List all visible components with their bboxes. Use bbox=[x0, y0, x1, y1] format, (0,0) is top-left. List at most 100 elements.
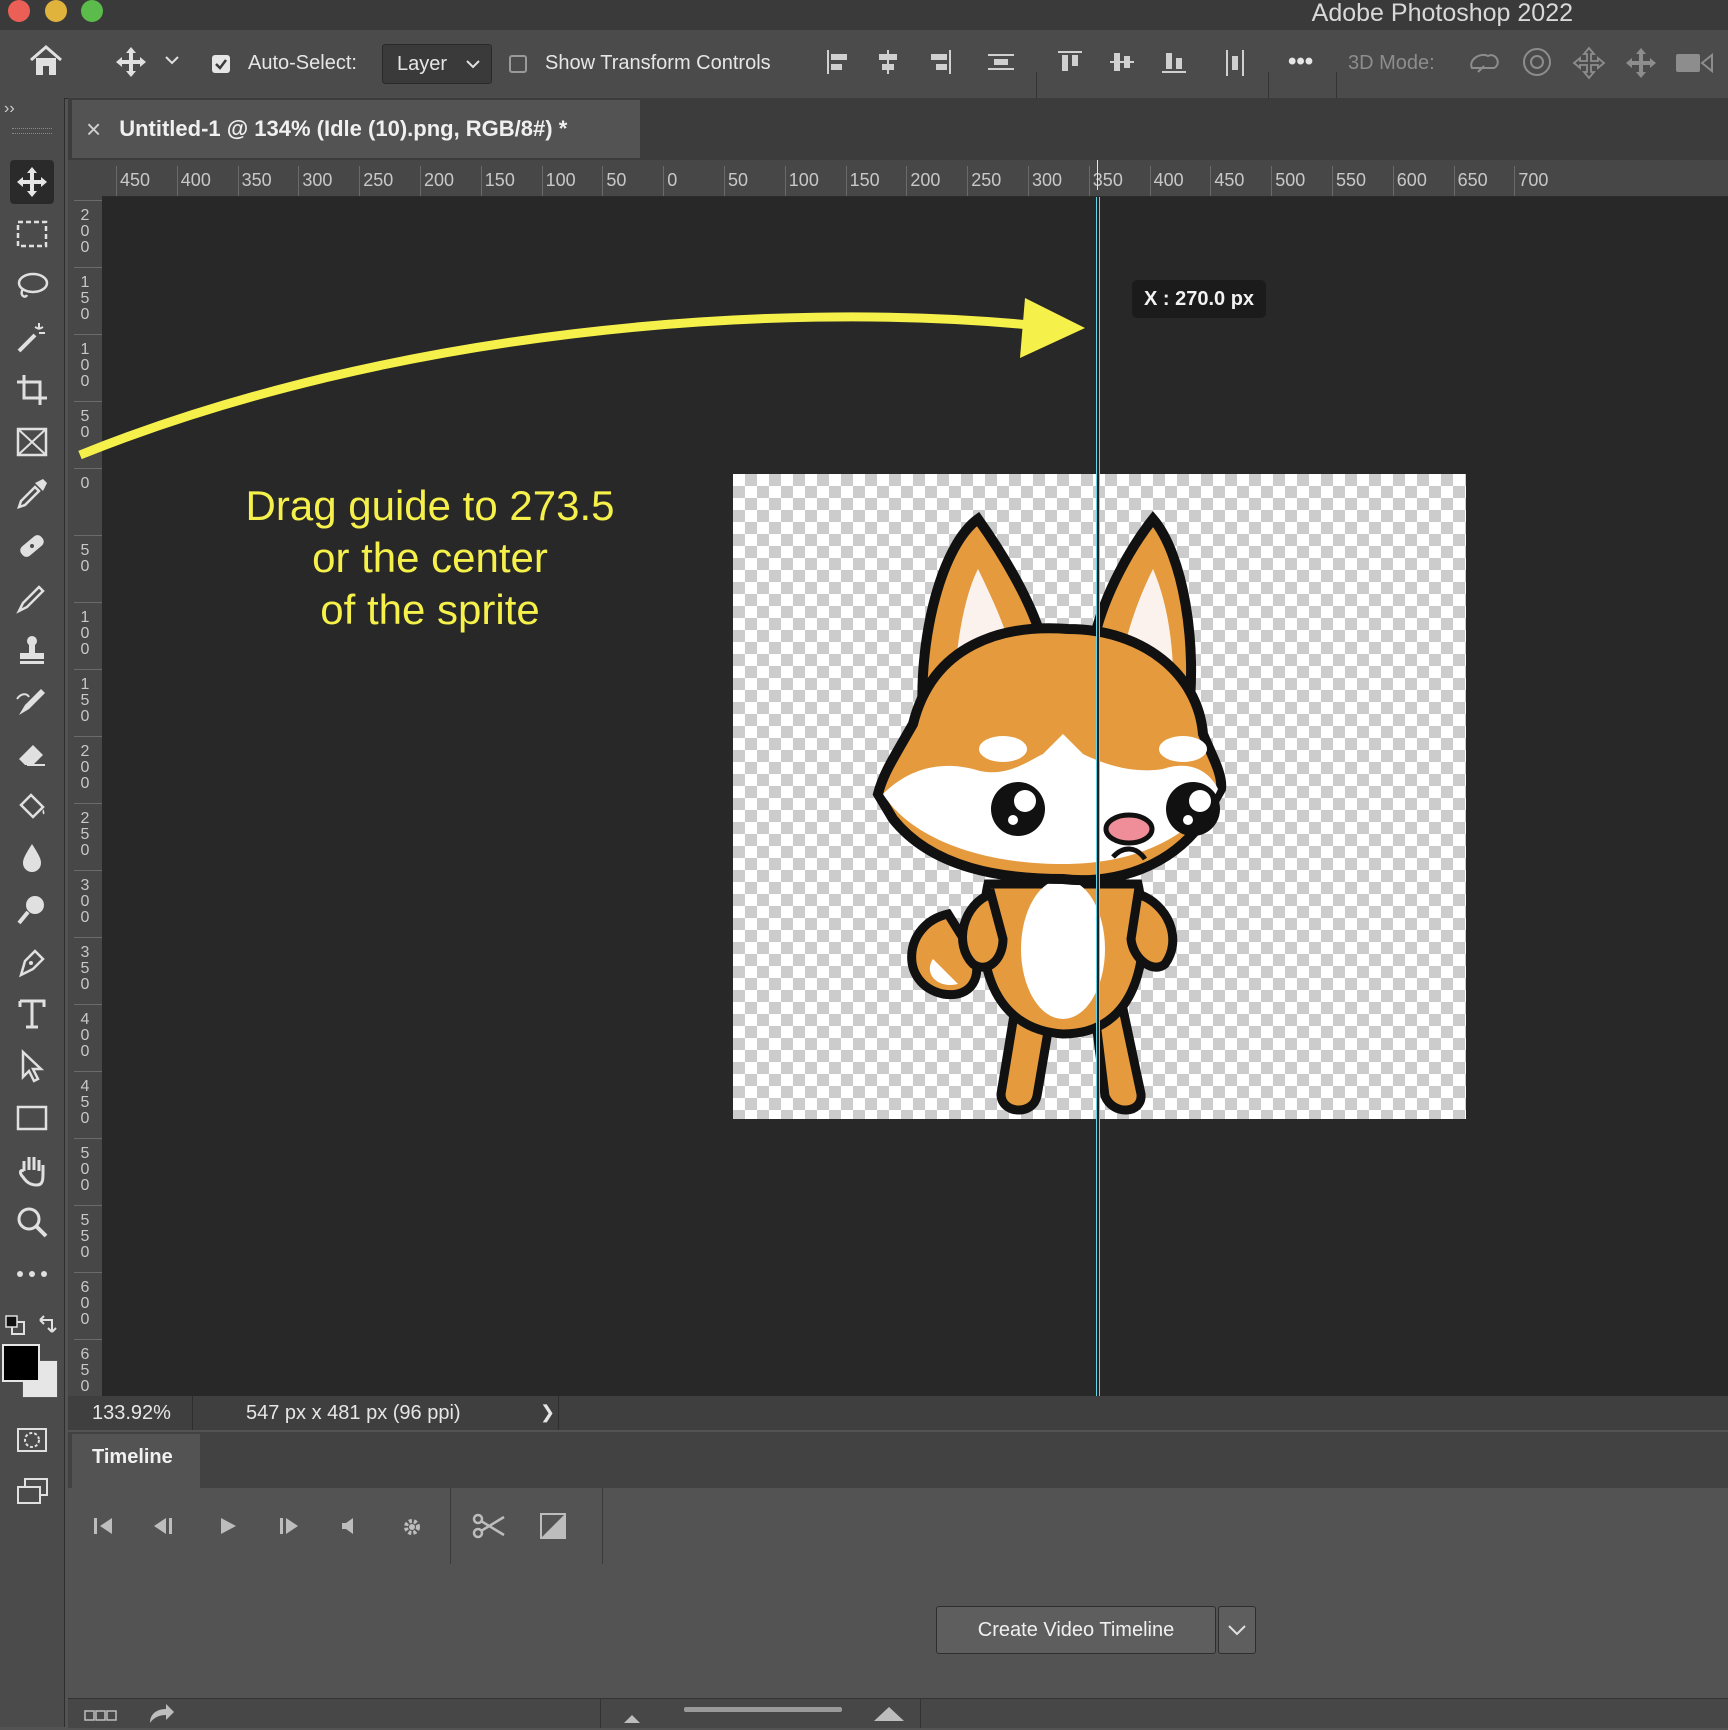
zoom-out-timeline-icon[interactable] bbox=[622, 1711, 642, 1730]
settings-gear-icon[interactable] bbox=[400, 1515, 424, 1539]
status-menu-arrow[interactable]: ❯ bbox=[540, 1402, 555, 1423]
ruler-tick bbox=[74, 870, 102, 871]
next-frame-icon[interactable] bbox=[278, 1516, 300, 1536]
3d-pan-icon[interactable] bbox=[1572, 46, 1606, 80]
panel-grip[interactable] bbox=[12, 128, 52, 134]
brush-icon[interactable] bbox=[10, 576, 54, 620]
distribute-vertical-icon[interactable] bbox=[986, 48, 1016, 76]
ruler-label: 150 bbox=[484, 170, 515, 190]
zoom-in-timeline-icon[interactable] bbox=[872, 1705, 906, 1728]
3d-mode-label: 3D Mode: bbox=[1348, 52, 1435, 74]
horizontal-ruler[interactable]: 450 400 350 300 250 200 150 100 50 0 50 100 150 200 25… bbox=[102, 160, 1728, 197]
ruler-label: 500 bbox=[80, 1145, 90, 1194]
distribute-horizontal-icon[interactable] bbox=[1222, 48, 1250, 78]
more-tools-icon[interactable] bbox=[10, 1252, 54, 1296]
align-right-icon[interactable] bbox=[926, 48, 954, 76]
more-options-button[interactable]: ••• bbox=[1288, 48, 1313, 76]
minimize-window-button[interactable] bbox=[45, 0, 67, 22]
timeline-tab-bar bbox=[68, 1432, 1728, 1488]
ruler-label: 450 bbox=[120, 170, 151, 190]
align-vertical-center-icon[interactable] bbox=[1108, 48, 1136, 76]
transition-icon[interactable] bbox=[540, 1513, 566, 1539]
ruler-label: 300 bbox=[302, 170, 333, 190]
hand-icon[interactable] bbox=[10, 1148, 54, 1192]
quick-mask-icon[interactable] bbox=[10, 1418, 54, 1462]
previous-frame-icon[interactable] bbox=[152, 1516, 174, 1536]
mute-audio-icon[interactable] bbox=[340, 1516, 356, 1536]
clone-stamp-icon[interactable] bbox=[10, 628, 54, 672]
annotation-text: Drag guide to 273.5 or the center of the… bbox=[210, 480, 650, 636]
auto-select-dropdown[interactable]: Layer bbox=[382, 44, 492, 84]
align-top-icon[interactable] bbox=[1056, 48, 1084, 76]
ruler-tick bbox=[1453, 166, 1455, 196]
align-horizontal-center-icon[interactable] bbox=[874, 48, 902, 76]
ruler-label: 200 bbox=[80, 207, 90, 256]
move-tool-preset-icon[interactable] bbox=[114, 45, 148, 79]
3d-roll-icon[interactable] bbox=[1520, 46, 1554, 78]
ruler-label: 450 bbox=[1214, 170, 1245, 190]
ruler-tick bbox=[1210, 166, 1212, 196]
rectangular-marquee-icon[interactable] bbox=[10, 212, 54, 256]
document-tab-title: Untitled-1 @ 134% (Idle (10).png, RGB/8#… bbox=[119, 116, 568, 141]
default-colors-icon[interactable] bbox=[4, 1314, 26, 1341]
3d-camera-icon[interactable] bbox=[1674, 50, 1714, 76]
rectangle-tool-icon[interactable] bbox=[10, 1096, 54, 1140]
ruler-tick bbox=[359, 166, 361, 196]
ruler-origin[interactable] bbox=[68, 160, 102, 196]
home-icon[interactable] bbox=[28, 44, 64, 78]
ruler-label: 300 bbox=[1032, 170, 1063, 190]
ruler-tick bbox=[74, 1138, 102, 1139]
pen-icon[interactable] bbox=[10, 940, 54, 984]
history-brush-icon[interactable] bbox=[10, 680, 54, 724]
move-tool-icon[interactable] bbox=[10, 160, 54, 204]
eyedropper-icon[interactable] bbox=[10, 472, 54, 516]
ruler-tick bbox=[845, 166, 847, 196]
timeline-type-dropdown[interactable] bbox=[1218, 1606, 1256, 1654]
ruler-tick bbox=[1028, 166, 1029, 196]
play-icon[interactable] bbox=[218, 1516, 238, 1536]
foreground-color-swatch[interactable] bbox=[2, 1344, 40, 1382]
guide-line-core bbox=[1097, 197, 1099, 1396]
dodge-icon[interactable] bbox=[10, 888, 54, 932]
auto-select-checkbox[interactable] bbox=[212, 55, 230, 73]
ruler-tick bbox=[1088, 166, 1090, 196]
paint-bucket-icon[interactable] bbox=[10, 784, 54, 828]
blur-icon[interactable] bbox=[10, 836, 54, 880]
ruler-label: 200 bbox=[80, 743, 90, 792]
swap-colors-icon[interactable] bbox=[36, 1314, 58, 1341]
lasso-icon[interactable] bbox=[10, 264, 54, 308]
zoom-level[interactable]: 133.92% bbox=[92, 1402, 171, 1425]
crop-icon[interactable] bbox=[10, 368, 54, 412]
first-frame-icon[interactable] bbox=[92, 1516, 114, 1536]
path-selection-icon[interactable] bbox=[10, 1044, 54, 1088]
close-tab-icon[interactable]: × bbox=[86, 114, 101, 145]
document-tab[interactable]: × Untitled-1 @ 134% (Idle (10).png, RGB/… bbox=[72, 100, 640, 158]
close-window-button[interactable] bbox=[8, 0, 30, 22]
ruler-tick bbox=[116, 166, 117, 196]
ruler-tick bbox=[74, 736, 102, 737]
scissors-icon[interactable] bbox=[472, 1513, 506, 1539]
timeline-tab[interactable]: Timeline bbox=[72, 1434, 200, 1488]
healing-brush-icon[interactable] bbox=[10, 524, 54, 568]
zoom-icon[interactable] bbox=[10, 1200, 54, 1244]
align-bottom-icon[interactable] bbox=[1160, 48, 1188, 76]
show-transform-checkbox[interactable] bbox=[509, 55, 527, 73]
create-video-timeline-button[interactable]: Create Video Timeline bbox=[936, 1606, 1216, 1654]
align-left-icon[interactable] bbox=[824, 48, 852, 76]
ruler-label: 500 bbox=[1275, 170, 1306, 190]
timeline-zoom-slider[interactable] bbox=[684, 1707, 842, 1712]
screen-mode-icon[interactable] bbox=[10, 1470, 54, 1514]
type-icon[interactable] bbox=[10, 992, 54, 1036]
3d-orbit-icon[interactable] bbox=[1466, 46, 1502, 78]
show-transform-label: Show Transform Controls bbox=[545, 52, 771, 74]
zoom-window-button[interactable] bbox=[81, 0, 103, 22]
status-bar: 133.92% 547 px x 481 px (96 ppi) ❯ bbox=[68, 1396, 1728, 1430]
render-video-icon[interactable] bbox=[148, 1703, 176, 1730]
expand-panel-button[interactable]: ›› bbox=[4, 100, 15, 118]
frame-tool-icon[interactable] bbox=[10, 420, 54, 464]
3d-slide-icon[interactable] bbox=[1624, 46, 1658, 80]
convert-frame-animation-icon[interactable] bbox=[84, 1709, 118, 1727]
chevron-down-icon[interactable] bbox=[164, 54, 180, 66]
magic-wand-icon[interactable] bbox=[10, 316, 54, 360]
eraser-icon[interactable] bbox=[10, 732, 54, 776]
